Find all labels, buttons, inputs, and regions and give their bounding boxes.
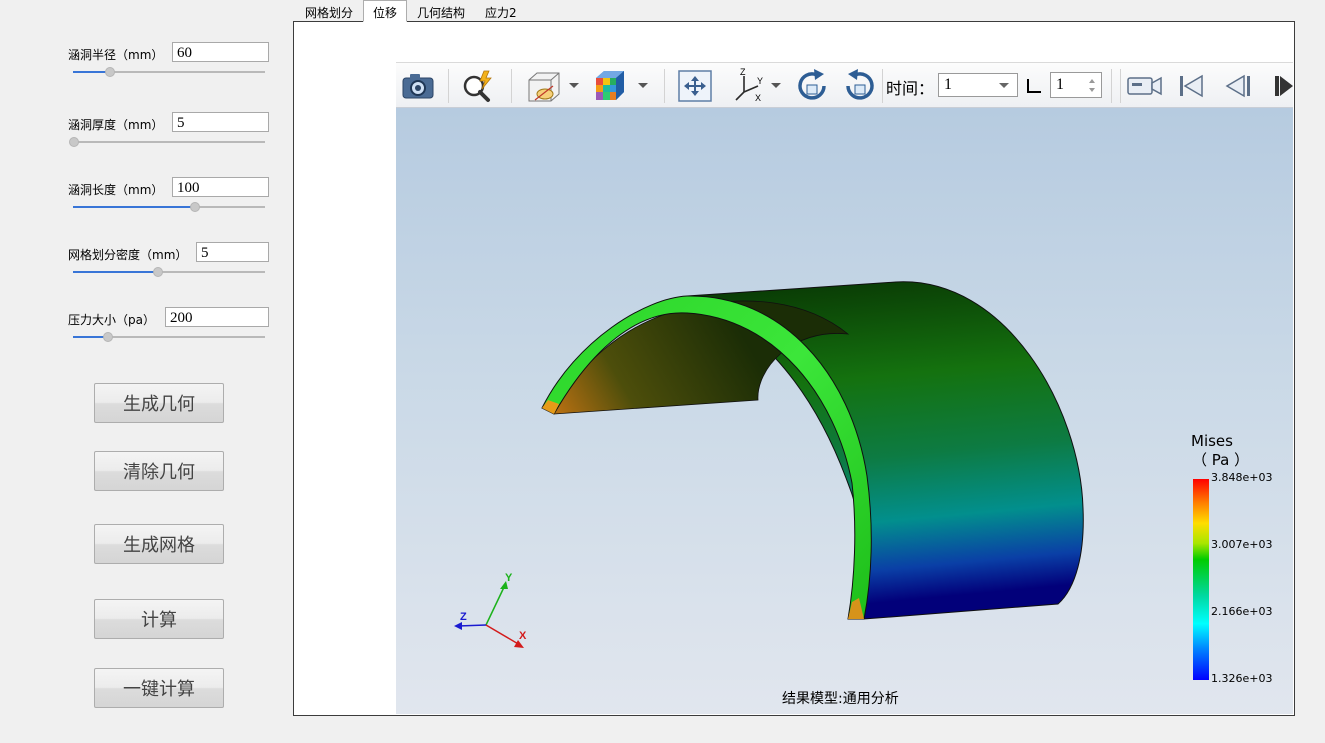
- frame-spinbox[interactable]: 1: [1050, 72, 1102, 98]
- zoom-fit-icon[interactable]: [458, 67, 498, 105]
- view-toolbar: Z Y X: [396, 62, 1293, 108]
- tab-stress2[interactable]: 应力2: [475, 0, 527, 22]
- mesh-density-slider[interactable]: [73, 265, 265, 279]
- model-caption: 结果模型:通用分析: [782, 691, 899, 707]
- mesh-density-input[interactable]: 5: [196, 242, 269, 262]
- legend-title: Mises: [1191, 432, 1233, 450]
- radius-slider[interactable]: [73, 65, 265, 79]
- rotate-cw-icon[interactable]: [792, 67, 832, 105]
- time-select[interactable]: 1: [938, 73, 1018, 97]
- axes-icon[interactable]: Z Y X: [728, 67, 768, 105]
- next-frame-icon[interactable]: [1269, 67, 1293, 105]
- axis-y-label: Y: [505, 572, 513, 584]
- camera-icon[interactable]: [398, 67, 438, 105]
- svg-text:Y: Y: [757, 76, 763, 86]
- thickness-slider-handle[interactable]: [69, 137, 79, 147]
- axis-z-label: Z: [460, 611, 467, 623]
- pressure-label: 压力大小（pa）: [68, 313, 155, 327]
- color-cube-icon[interactable]: [590, 67, 630, 105]
- svg-text:X: X: [755, 93, 761, 103]
- spin-up-icon[interactable]: [1089, 79, 1095, 83]
- length-slider-handle[interactable]: [190, 202, 200, 212]
- length-label: 涵洞长度（mm）: [68, 183, 164, 197]
- tab-mesh[interactable]: 网格划分: [295, 0, 363, 22]
- tab-geometry[interactable]: 几何结构: [407, 0, 475, 22]
- thickness-input[interactable]: 5: [172, 112, 269, 132]
- pan-view-icon[interactable]: [675, 67, 715, 105]
- 3d-viewport[interactable]: Y X Z Mises （ Pa ） 3.848e+03 3.007e+03 2…: [396, 108, 1293, 714]
- legend-tick-3: 2.166e+03: [1211, 605, 1273, 618]
- tab-bar: 网格划分 位移 几何结构 应力2: [295, 0, 527, 22]
- thickness-label: 涵洞厚度（mm）: [68, 118, 164, 132]
- pressure-slider-handle[interactable]: [103, 332, 113, 342]
- first-frame-icon[interactable]: [1174, 67, 1208, 105]
- frame-checkbox[interactable]: [1027, 79, 1041, 93]
- axis-x-label: X: [519, 630, 527, 642]
- axis-triad: Y X Z: [454, 572, 527, 648]
- prev-frame-icon[interactable]: [1222, 67, 1256, 105]
- length-input[interactable]: 100: [172, 177, 269, 197]
- radius-slider-handle[interactable]: [105, 67, 115, 77]
- generate-mesh-button[interactable]: 生成网格: [94, 524, 224, 564]
- thickness-slider[interactable]: [69, 135, 265, 149]
- mesh-density-label: 网格划分密度（mm）: [68, 248, 188, 262]
- rotate-ccw-icon[interactable]: [840, 67, 880, 105]
- radius-input[interactable]: 60: [172, 42, 269, 62]
- mesh-density-slider-handle[interactable]: [153, 267, 163, 277]
- radius-label: 涵洞半径（mm）: [68, 48, 164, 62]
- length-slider[interactable]: [73, 200, 265, 214]
- legend-tick-min: 1.326e+03: [1211, 672, 1273, 685]
- frame-spinbox-value: 1: [1056, 76, 1064, 93]
- spin-down-icon[interactable]: [1089, 88, 1095, 92]
- time-label: 时间：: [886, 81, 935, 98]
- video-camera-icon[interactable]: [1125, 67, 1165, 105]
- time-select-value: 1: [944, 76, 952, 93]
- pressure-slider[interactable]: [73, 330, 265, 344]
- svg-text:Z: Z: [740, 68, 746, 77]
- display-mode-icon[interactable]: [521, 67, 565, 105]
- legend-color-bar: [1193, 479, 1209, 680]
- clear-geometry-button[interactable]: 清除几何: [94, 451, 224, 491]
- generate-geometry-button[interactable]: 生成几何: [94, 383, 224, 423]
- legend-tick-max: 3.848e+03: [1211, 471, 1273, 484]
- pressure-input[interactable]: 200: [165, 307, 269, 327]
- one-click-compute-button[interactable]: 一键计算: [94, 668, 224, 708]
- tab-displacement[interactable]: 位移: [363, 0, 408, 22]
- compute-button[interactable]: 计算: [94, 599, 224, 639]
- legend-unit: （ Pa ）: [1192, 451, 1250, 469]
- legend-tick-2: 3.007e+03: [1211, 538, 1273, 551]
- chevron-down-icon: [999, 83, 1009, 88]
